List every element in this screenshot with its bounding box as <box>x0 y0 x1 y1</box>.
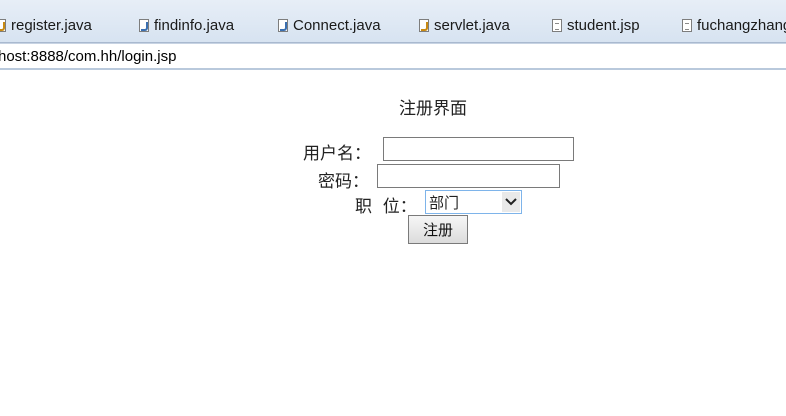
tab-fuchangzhang[interactable]: fuchangzhang <box>682 13 786 37</box>
tab-label: student.jsp <box>567 16 640 34</box>
tab-register-java[interactable]: register.java <box>0 13 92 37</box>
java-file-icon <box>278 18 288 32</box>
address-bar[interactable]: host:8888/com.hh/login.jsp <box>0 43 786 70</box>
tab-connect-java[interactable]: Connect.java <box>278 13 381 37</box>
tab-findinfo-java[interactable]: findinfo.java <box>139 13 234 37</box>
position-label: 职 位： <box>355 197 417 217</box>
position-selected-value: 部门 <box>429 194 460 212</box>
java-file-icon <box>139 18 149 32</box>
chevron-down-icon[interactable] <box>502 192 520 212</box>
tab-servlet-java[interactable]: servlet.java <box>419 13 510 37</box>
register-page: 注册界面 用户名： 密码： 职 位： 部门 注册 <box>0 72 786 416</box>
tab-label: findinfo.java <box>154 16 235 34</box>
username-input[interactable] <box>383 137 574 161</box>
position-select[interactable]: 部门 <box>425 190 522 214</box>
tab-label: fuchangzhang <box>697 16 786 34</box>
tab-student-jsp[interactable]: student.jsp <box>552 13 640 37</box>
java-file-icon <box>419 18 429 32</box>
jsp-file-icon <box>552 18 562 32</box>
editor-tab-bar: register.java findinfo.java Connect.java… <box>0 0 786 43</box>
register-button[interactable]: 注册 <box>408 215 468 244</box>
address-url: host:8888/com.hh/login.jsp <box>0 48 177 65</box>
tab-label: Connect.java <box>293 16 381 34</box>
password-input[interactable] <box>377 164 560 188</box>
tab-label: register.java <box>11 16 92 34</box>
page-title: 注册界面 <box>399 99 467 119</box>
tab-label: servlet.java <box>434 16 510 34</box>
java-file-icon <box>0 18 6 32</box>
username-label: 用户名： <box>303 144 371 164</box>
jsp-file-icon <box>682 18 692 32</box>
password-label: 密码： <box>318 172 369 192</box>
